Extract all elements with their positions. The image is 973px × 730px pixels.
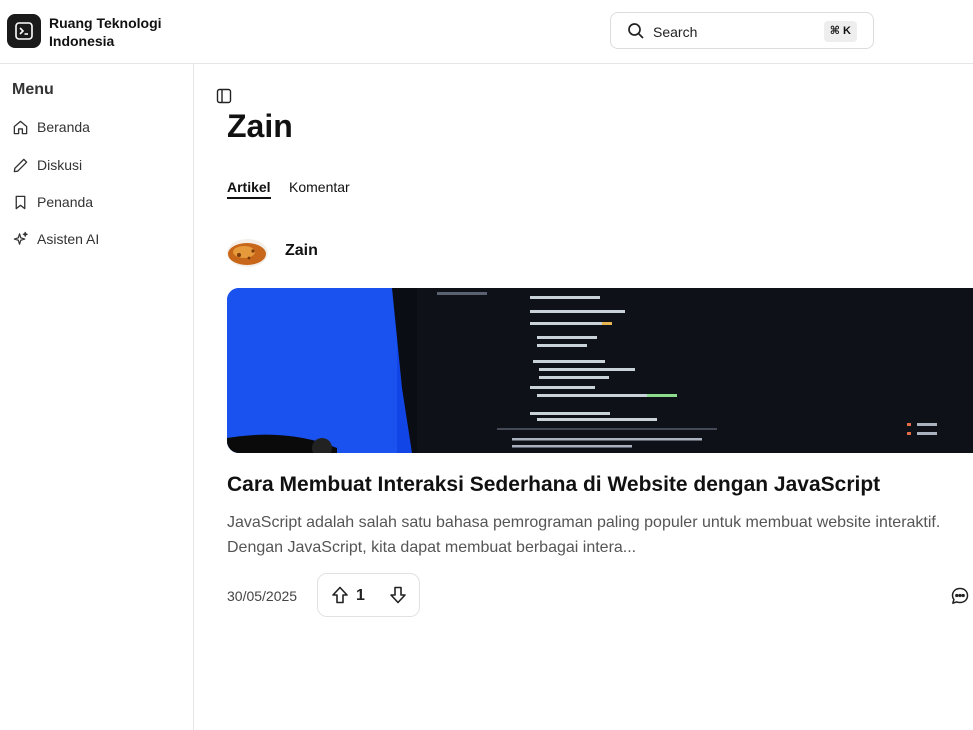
article-date: 30/05/2025 bbox=[227, 588, 298, 604]
sidebar-item-label: Penanda bbox=[37, 194, 94, 210]
sidebar-item-asisten-ai[interactable]: Asisten AI bbox=[12, 227, 99, 251]
search-label: Search bbox=[653, 24, 698, 40]
sidebar-item-label: Asisten AI bbox=[37, 231, 100, 247]
sidebar-item-label: Diskusi bbox=[37, 157, 83, 173]
tab-artikel[interactable]: Artikel bbox=[227, 179, 271, 199]
search-button[interactable]: Search ⌘ K bbox=[610, 12, 874, 49]
home-icon bbox=[13, 120, 28, 134]
brand-line-2: Indonesia bbox=[49, 33, 115, 49]
sidebar-item-beranda[interactable]: Beranda bbox=[12, 115, 90, 139]
author-name[interactable]: Zain bbox=[285, 242, 318, 260]
vote-count: 1 bbox=[356, 587, 365, 604]
article-cover-image[interactable] bbox=[227, 288, 973, 453]
sparkles-icon bbox=[13, 231, 28, 245]
upvote-icon[interactable] bbox=[330, 585, 350, 605]
downvote-icon[interactable] bbox=[388, 585, 408, 605]
sidebar-toggle-icon[interactable] bbox=[216, 88, 232, 104]
bookmark-icon bbox=[15, 195, 26, 209]
brand-name[interactable]: Ruang Teknologi Indonesia bbox=[49, 14, 199, 50]
sidebar: Menu Beranda Diskusi Penanda Asisten AI bbox=[0, 64, 194, 730]
page-title: Zain bbox=[227, 108, 293, 144]
article-title[interactable]: Cara Membuat Interaksi Sederhana di Webs… bbox=[227, 473, 880, 497]
search-shortcut-badge: ⌘ K bbox=[823, 21, 857, 42]
top-header: Ruang Teknologi Indonesia Search ⌘ K bbox=[0, 0, 973, 64]
sidebar-item-label: Beranda bbox=[37, 119, 90, 135]
tab-komentar[interactable]: Komentar bbox=[289, 179, 350, 197]
search-icon bbox=[628, 23, 644, 39]
sidebar-item-diskusi[interactable]: Diskusi bbox=[12, 153, 82, 177]
sidebar-item-penanda[interactable]: Penanda bbox=[12, 190, 93, 214]
article-excerpt: JavaScript adalah salah satu bahasa pemr… bbox=[227, 514, 941, 556]
sidebar-title: Menu bbox=[12, 81, 54, 98]
pencil-icon bbox=[13, 158, 28, 172]
avatar[interactable] bbox=[227, 239, 268, 267]
terminal-icon[interactable] bbox=[7, 14, 41, 48]
comment-icon[interactable] bbox=[950, 586, 970, 606]
vote-control: 1 bbox=[317, 573, 420, 617]
brand-line-1: Ruang Teknologi bbox=[49, 15, 162, 31]
main-content: Zain Artikel Komentar Zain Cara Membuat … bbox=[194, 64, 973, 730]
